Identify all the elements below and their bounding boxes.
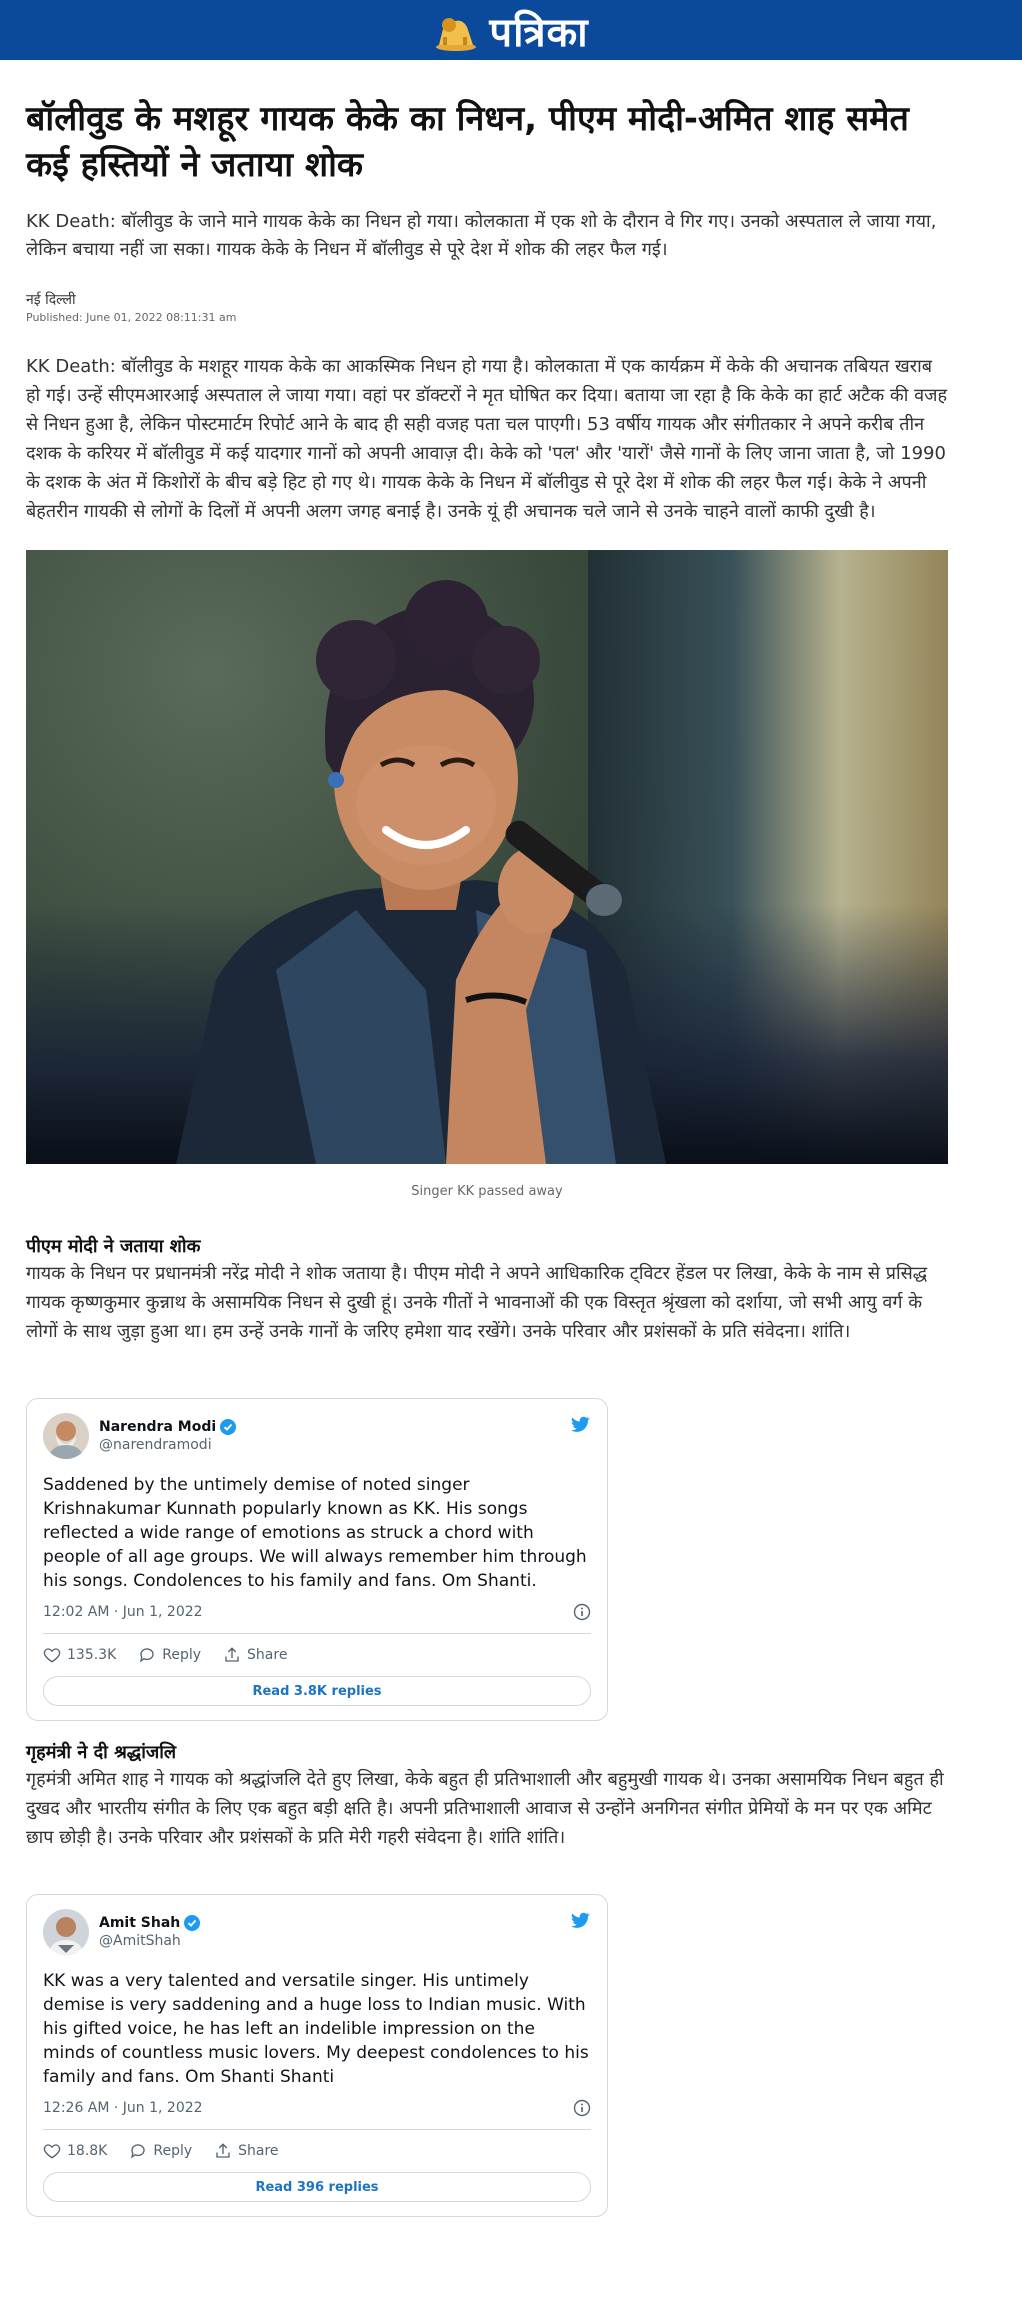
like-count: 135.3K	[67, 1647, 117, 1663]
reply-icon	[131, 2144, 145, 2159]
read-replies-button[interactable]: Read 396 replies	[43, 2172, 591, 2202]
twitter-bird-icon[interactable]	[569, 1413, 591, 1435]
info-icon[interactable]	[573, 1603, 591, 1621]
article-location: नई दिल्ली	[26, 292, 76, 308]
article-summary: KK Death: बॉलीवुड के जाने माने गायक केके…	[26, 211, 937, 260]
like-count: 18.8K	[67, 2143, 108, 2159]
avatar[interactable]	[43, 1909, 89, 1955]
reply-label: Reply	[162, 1647, 202, 1663]
section-heading-pm: पीएम मोदी ने जताया शोक	[26, 1236, 201, 1257]
share-label: Share	[247, 1647, 288, 1663]
article-title: बॉलीवुड के मशहूर गायक केके का निधन, पीएम…	[26, 99, 909, 185]
share-label: Share	[238, 2143, 279, 2159]
heart-icon	[43, 2144, 61, 2159]
article: बॉलीवुड के मशहूर गायक केके का निधन, पीएम…	[26, 60, 948, 2217]
heart-icon	[43, 1648, 61, 1663]
publish-date: Published: June 01, 2022 08:11:31 am	[26, 311, 237, 324]
tweet-author-name[interactable]: Amit Shah	[99, 1915, 180, 1931]
tweet-handle[interactable]: @AmitShah	[99, 1933, 200, 1949]
verified-badge-icon	[184, 1915, 201, 1931]
tweet-author-name[interactable]: Narendra Modi	[99, 1419, 216, 1435]
like-button[interactable]: 135.3K	[43, 1646, 116, 1664]
section-text-pm: गायक के निधन पर प्रधानमंत्री नरेंद्र मोद…	[26, 1263, 928, 1342]
embedded-tweet-modi[interactable]: Narendra Modi @narendramodi Saddened by …	[26, 1398, 608, 1721]
tweet-text: Saddened by the untimely demise of noted…	[43, 1475, 587, 1591]
embedded-tweet-shah[interactable]: Amit Shah @AmitShah KK was a very talent…	[26, 1894, 608, 2217]
reply-button[interactable]: Reply	[138, 1646, 201, 1664]
share-button[interactable]: Share	[223, 1646, 287, 1664]
section-text-hm: गृहमंत्री अमित शाह ने गायक को श्रद्धांजल…	[26, 1769, 944, 1848]
brand-logo[interactable]: पत्रिका	[433, 3, 588, 58]
singer-photo	[176, 580, 666, 1164]
verified-badge-icon	[220, 1419, 237, 1435]
lion-emblem-icon	[436, 18, 477, 51]
site-header: पत्रिका	[0, 0, 1022, 60]
tweet-handle[interactable]: @narendramodi	[99, 1437, 236, 1453]
avatar[interactable]	[43, 1413, 89, 1459]
tweet-text: KK was a very talented and versatile sin…	[43, 1971, 589, 2087]
info-icon[interactable]	[573, 2099, 591, 2117]
reply-label: Reply	[153, 2143, 193, 2159]
twitter-bird-icon[interactable]	[569, 1909, 591, 1931]
article-image	[26, 550, 948, 1164]
brand-name: पत्रिका	[489, 8, 589, 56]
tweet-timestamp[interactable]: 12:26 AM · Jun 1, 2022	[43, 2100, 203, 2116]
share-button[interactable]: Share	[214, 2142, 279, 2160]
share-icon	[225, 1647, 239, 1662]
reply-icon	[140, 1648, 154, 1663]
like-button[interactable]: 18.8K	[43, 2142, 107, 2160]
share-icon	[216, 2143, 230, 2158]
image-caption: Singer KK passed away	[411, 1184, 563, 1199]
reply-button[interactable]: Reply	[129, 2142, 192, 2160]
tweet-timestamp[interactable]: 12:02 AM · Jun 1, 2022	[43, 1604, 203, 1620]
section-heading-hm: गृहमंत्री ने दी श्रद्धांजलि	[26, 1742, 177, 1763]
article-body: KK Death: बॉलीवुड के मशहूर गायक केके का …	[26, 356, 948, 522]
read-replies-button[interactable]: Read 3.8K replies	[43, 1676, 591, 1706]
